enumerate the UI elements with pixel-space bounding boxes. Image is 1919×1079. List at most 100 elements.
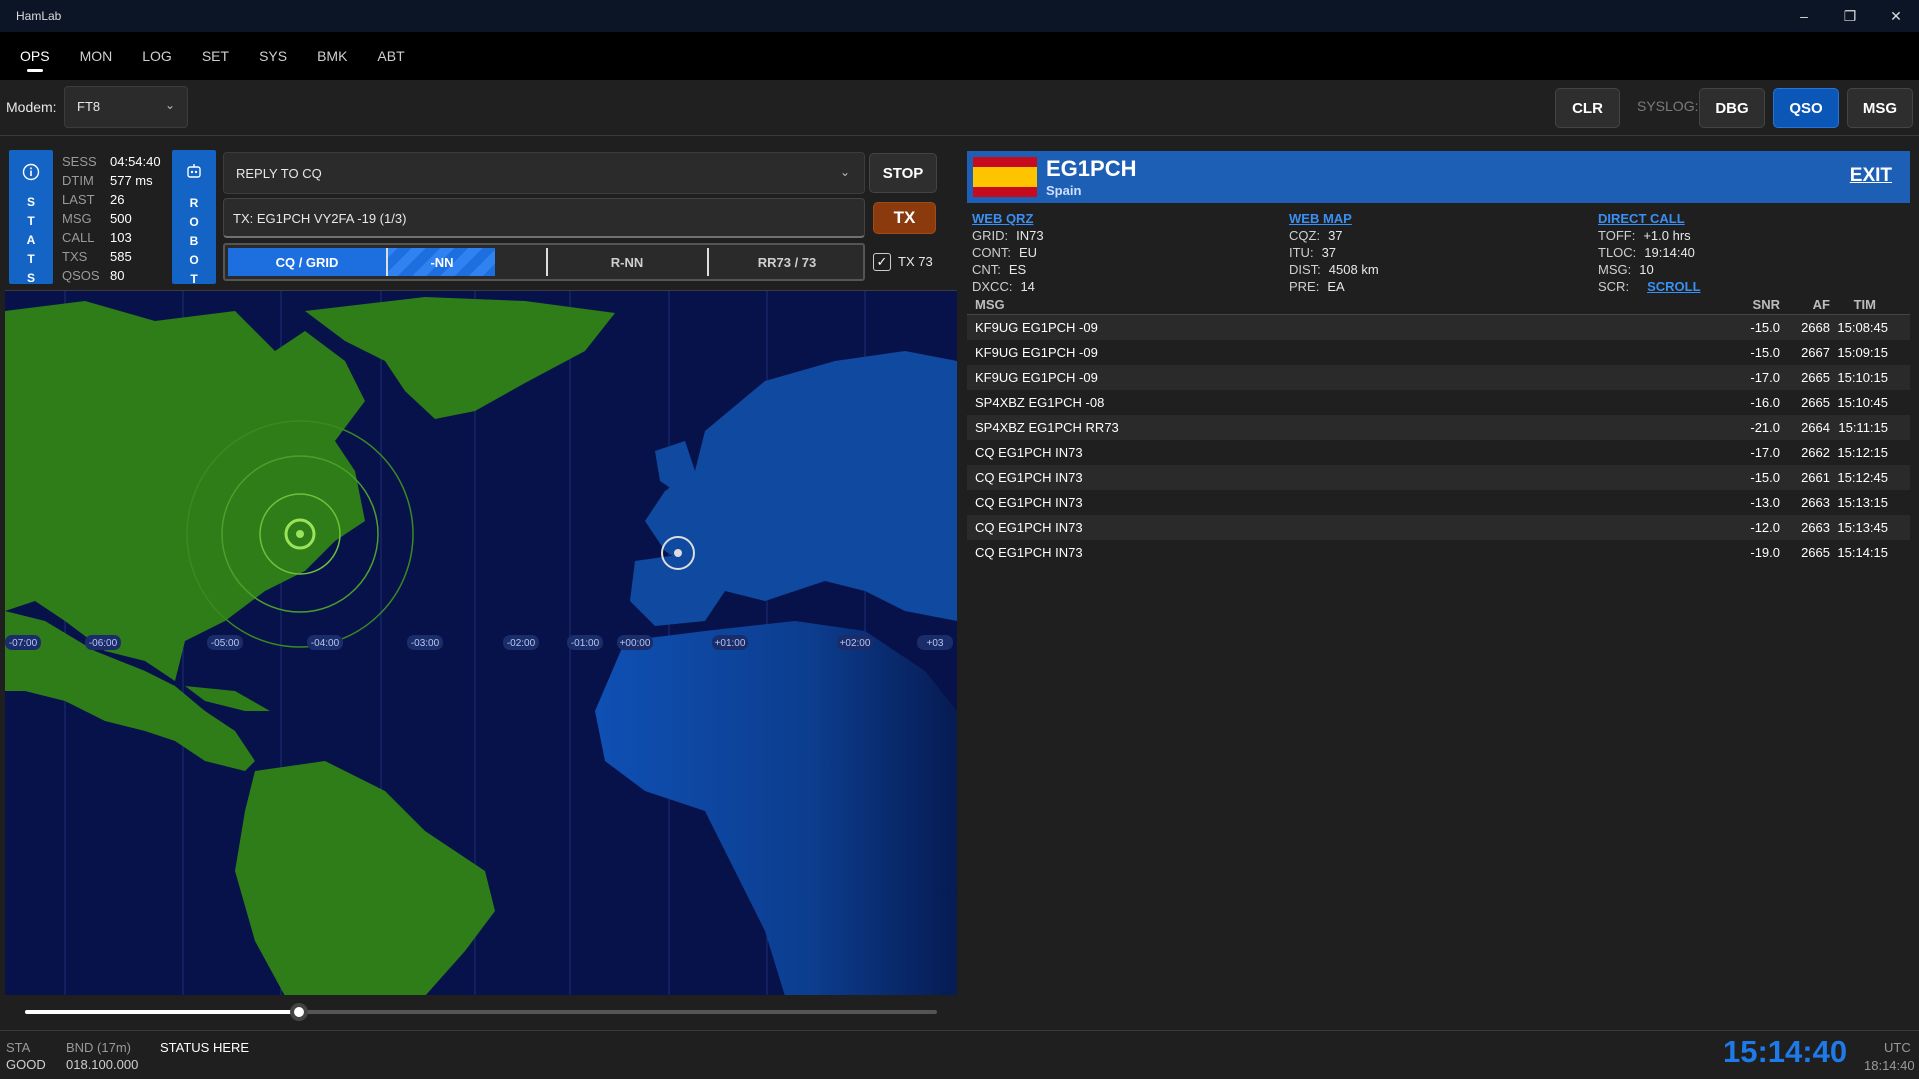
vertical-label-char: O	[189, 215, 199, 229]
close-button[interactable]: ✕	[1873, 0, 1919, 32]
info-row: DIST: 4508 km	[1289, 261, 1379, 278]
info-key: CQZ:	[1289, 228, 1321, 243]
table-row[interactable]: CQ EG1PCH IN73 -12.0 2663 15:13:45	[967, 515, 1910, 540]
table-cell: 15:12:15	[1837, 445, 1888, 460]
table-cell: 15:12:45	[1837, 470, 1888, 485]
stat-value: 577 ms	[110, 173, 153, 188]
tx73-checkbox[interactable]: ✓	[873, 253, 891, 271]
info-value: ES	[1008, 262, 1027, 277]
sequence-step-r-nn[interactable]: R-NN	[547, 255, 707, 270]
table-cell: 2661	[1801, 470, 1830, 485]
info-key: SCR:	[1598, 279, 1630, 294]
table-row[interactable]: CQ EG1PCH IN73 -13.0 2663 15:13:15	[967, 490, 1910, 515]
col-tim-header[interactable]: TIM	[1854, 297, 1876, 312]
info-row: TLOC: 19:14:40	[1598, 244, 1701, 261]
table-row[interactable]: KF9UG EG1PCH -09 -17.0 2665 15:10:15	[967, 365, 1910, 390]
contact-info-col3: DIRECT CALL TOFF: +1.0 hrs TLOC: 19:14:40 MSG…	[1598, 210, 1701, 295]
col3-link[interactable]: DIRECT CALL	[1598, 210, 1701, 227]
table-cell: KF9UG EG1PCH -09	[975, 370, 1098, 385]
table-cell: 2663	[1801, 520, 1830, 535]
info-key: MSG:	[1598, 262, 1632, 277]
info-value: 10	[1639, 262, 1654, 277]
info-value: +1.0 hrs	[1643, 228, 1691, 243]
table-cell: KF9UG EG1PCH -09	[975, 320, 1098, 335]
col2-link[interactable]: WEB MAP	[1289, 210, 1379, 227]
col-snr-header[interactable]: SNR	[1753, 297, 1780, 312]
table-cell: 15:09:15	[1837, 345, 1888, 360]
minimize-button[interactable]: –	[1781, 0, 1827, 32]
timezone-label: -07:00	[9, 638, 38, 649]
col-msg-header[interactable]: MSG	[975, 297, 1005, 312]
tx-message-field[interactable]: TX: EG1PCH VY2FA -19 (1/3)	[223, 198, 865, 238]
table-cell: SP4XBZ EG1PCH RR73	[975, 420, 1119, 435]
table-row[interactable]: SP4XBZ EG1PCH -08 -16.0 2665 15:10:45	[967, 390, 1910, 415]
syslog-dbg-button[interactable]: DBG	[1699, 88, 1765, 128]
robot-panel[interactable]: ROBOT	[172, 150, 216, 286]
tx-message-text: TX: EG1PCH VY2FA -19 (1/3)	[233, 211, 407, 226]
table-row[interactable]: CQ EG1PCH IN73 -15.0 2661 15:12:45	[967, 465, 1910, 490]
table-cell: CQ EG1PCH IN73	[975, 545, 1083, 560]
tab-mon[interactable]: MON	[80, 32, 113, 80]
table-cell: -21.0	[1750, 420, 1780, 435]
syslog-msg-button[interactable]: MSG	[1847, 88, 1913, 128]
table-row[interactable]: CQ EG1PCH IN73 -17.0 2662 15:12:15	[967, 440, 1910, 465]
stat-value: 500	[110, 211, 132, 226]
sequence-step-cq-grid[interactable]: CQ / GRID	[227, 255, 387, 270]
table-cell: -17.0	[1750, 370, 1780, 385]
info-value[interactable]: SCROLL	[1647, 279, 1700, 294]
exit-button[interactable]: EXIT	[1850, 165, 1892, 187]
info-row: SCR: SCROLL	[1598, 278, 1701, 295]
table-cell: 2665	[1801, 395, 1830, 410]
tab-abt[interactable]: ABT	[377, 32, 404, 80]
band-label: BND (17m)	[66, 1040, 132, 1055]
table-cell: 15:10:15	[1837, 370, 1888, 385]
timezone-label: +01:00	[715, 638, 746, 649]
robot-icon	[187, 164, 201, 178]
info-icon	[22, 163, 40, 181]
table-cell: SP4XBZ EG1PCH -08	[975, 395, 1105, 410]
info-row: GRID: IN73	[972, 227, 1044, 244]
map-zoom-slider[interactable]	[25, 1010, 937, 1014]
tab-set[interactable]: SET	[202, 32, 229, 80]
col1-link[interactable]: WEB QRZ	[972, 210, 1044, 227]
table-cell: -12.0	[1750, 520, 1780, 535]
col-af-header[interactable]: AF	[1813, 297, 1830, 312]
vertical-label-char: B	[189, 234, 199, 248]
stat-key: QSOS	[62, 268, 100, 283]
info-row: CNT: ES	[972, 261, 1044, 278]
timezone-label: -06:00	[89, 638, 118, 649]
modem-label: Modem:	[6, 99, 57, 115]
restore-button[interactable]: ❐	[1827, 0, 1873, 32]
tab-ops[interactable]: OPS	[20, 32, 50, 80]
vertical-label-char: O	[189, 253, 199, 267]
info-key: TLOC:	[1598, 245, 1637, 260]
world-map[interactable]: -07:00 -06:00 -05:00 -04:00 -03:00 -02:00 -01:…	[5, 290, 957, 995]
syslog-qso-button[interactable]: QSO	[1773, 88, 1839, 128]
table-row[interactable]: KF9UG EG1PCH -09 -15.0 2668 15:08:45	[967, 315, 1910, 340]
reply-mode-select[interactable]: REPLY TO CQ ⌄	[223, 152, 865, 194]
sequence-step-nn[interactable]: -NN	[387, 255, 497, 270]
tx-button[interactable]: TX	[873, 202, 936, 234]
sta-label: STA	[6, 1040, 31, 1055]
table-row[interactable]: SP4XBZ EG1PCH RR73 -21.0 2664 15:11:15	[967, 415, 1910, 440]
table-cell: 15:10:45	[1837, 395, 1888, 410]
clear-button[interactable]: CLR	[1555, 88, 1620, 128]
tab-log[interactable]: LOG	[142, 32, 172, 80]
tab-bmk[interactable]: BMK	[317, 32, 347, 80]
tab-sys[interactable]: SYS	[259, 32, 287, 80]
stop-button[interactable]: STOP	[869, 153, 937, 193]
info-value: 4508 km	[1328, 262, 1379, 277]
main-tabs: OPS MON LOG SET SYS BMK ABT	[0, 32, 1919, 80]
sequence-step-rr73[interactable]: RR73 / 73	[707, 255, 863, 270]
table-row[interactable]: CQ EG1PCH IN73 -19.0 2665 15:14:15	[967, 540, 1910, 565]
stats-panel[interactable]: STATS	[9, 150, 53, 285]
slider-thumb[interactable]	[290, 1003, 308, 1021]
info-value: IN73	[1016, 228, 1044, 243]
modem-select[interactable]: FT8 ⌄	[64, 86, 188, 128]
stat-value: 585	[110, 249, 132, 264]
stat-key: LAST	[62, 192, 95, 207]
table-cell: 2667	[1801, 345, 1830, 360]
status-text: STATUS HERE	[160, 1040, 250, 1055]
table-row[interactable]: KF9UG EG1PCH -09 -15.0 2667 15:09:15	[967, 340, 1910, 365]
info-row: PRE: EA	[1289, 278, 1379, 295]
